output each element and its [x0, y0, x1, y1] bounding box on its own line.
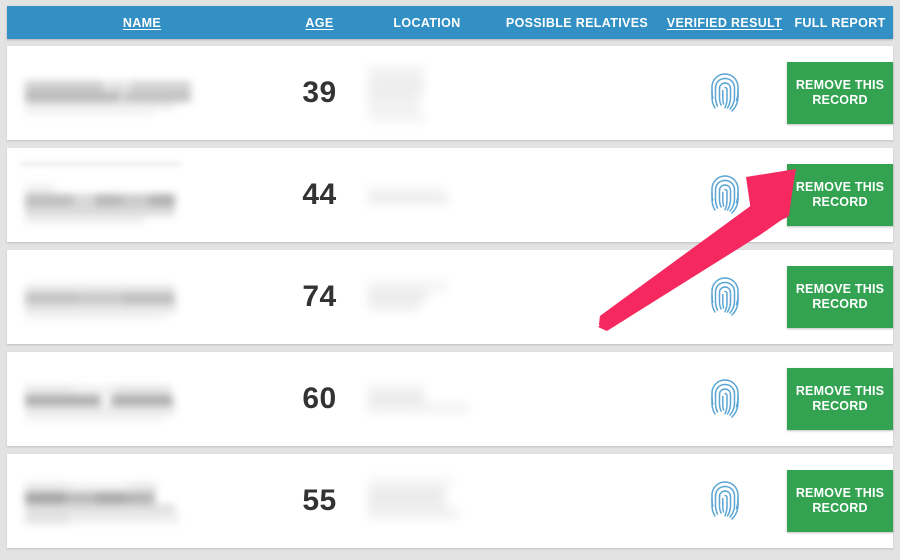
remove-record-button[interactable]: REMOVE THIS RECORD: [787, 62, 893, 124]
cell-location: [362, 454, 492, 548]
remove-record-button[interactable]: REMOVE THIS RECORD: [787, 164, 893, 226]
remove-record-button[interactable]: REMOVE THIS RECORD: [787, 368, 893, 430]
cell-full-report: REMOVE THIS RECORD: [787, 250, 893, 344]
redacted-subtext-line: [21, 162, 181, 166]
redacted-name: [15, 172, 195, 228]
age-value: 74: [302, 280, 337, 313]
cell-possible-relatives: [492, 46, 662, 140]
cell-name: [7, 250, 277, 344]
cell-verified-result[interactable]: [662, 352, 787, 446]
redacted-location: [362, 273, 462, 321]
cell-location: [362, 148, 492, 242]
redacted-name: [15, 269, 195, 325]
results-page: NAME AGE LOCATION POSSIBLE RELATIVES VER…: [0, 0, 900, 560]
cell-location: [362, 352, 492, 446]
fingerprint-icon[interactable]: [708, 479, 742, 523]
redacted-name: [15, 65, 195, 121]
cell-location: [362, 46, 492, 140]
table-row[interactable]: 60 REMOVE THIS RECORD: [7, 352, 893, 446]
column-header-possible-relatives: POSSIBLE RELATIVES: [505, 15, 649, 30]
redacted-location: [362, 175, 457, 215]
fingerprint-icon[interactable]: [708, 275, 742, 319]
cell-full-report: REMOVE THIS RECORD: [787, 352, 893, 446]
redacted-name: [15, 470, 195, 532]
column-header-name[interactable]: NAME: [7, 16, 277, 30]
table-row[interactable]: 55 REMOVE THIS RECORD: [7, 454, 893, 548]
column-header-location: LOCATION: [393, 15, 461, 30]
cell-age: 60: [277, 352, 362, 446]
cell-verified-result[interactable]: [662, 46, 787, 140]
age-value: 60: [302, 382, 337, 415]
cell-possible-relatives: [492, 250, 662, 344]
redacted-location: [362, 376, 477, 422]
cell-possible-relatives: [492, 352, 662, 446]
cell-name: [7, 148, 277, 242]
remove-record-button[interactable]: REMOVE THIS RECORD: [787, 470, 893, 532]
column-header-age[interactable]: AGE: [277, 16, 362, 30]
redacted-location: [362, 58, 452, 128]
fingerprint-icon[interactable]: [708, 173, 742, 217]
table-row[interactable]: 39 REMOVE THIS RECORD: [7, 46, 893, 140]
redacted-location: [362, 471, 462, 531]
redacted-name: [15, 371, 195, 427]
cell-possible-relatives: [492, 148, 662, 242]
cell-age: 39: [277, 46, 362, 140]
cell-verified-result[interactable]: [662, 250, 787, 344]
age-value: 39: [302, 76, 337, 109]
column-header-verified-result[interactable]: VERIFIED RESULT: [662, 16, 787, 30]
age-value: 55: [302, 484, 337, 517]
table-row[interactable]: 44 REMOVE THIS RECORD: [7, 148, 893, 242]
cell-full-report: REMOVE THIS RECORD: [787, 46, 893, 140]
cell-full-report: REMOVE THIS RECORD: [787, 148, 893, 242]
cell-age: 74: [277, 250, 362, 344]
cell-age: 55: [277, 454, 362, 548]
age-value: 44: [302, 178, 337, 211]
column-header-full-report: FULL REPORT: [794, 15, 886, 30]
cell-name: [7, 454, 277, 548]
cell-verified-result[interactable]: [662, 148, 787, 242]
cell-location: [362, 250, 492, 344]
remove-record-button[interactable]: REMOVE THIS RECORD: [787, 266, 893, 328]
cell-full-report: REMOVE THIS RECORD: [787, 454, 893, 548]
table-header-row: NAME AGE LOCATION POSSIBLE RELATIVES VER…: [7, 6, 893, 39]
table-row[interactable]: 74 REMOVE THIS RECORD: [7, 250, 893, 344]
cell-name: [7, 46, 277, 140]
cell-name: [7, 352, 277, 446]
cell-age: 44: [277, 148, 362, 242]
cell-verified-result[interactable]: [662, 454, 787, 548]
fingerprint-icon[interactable]: [708, 71, 742, 115]
cell-possible-relatives: [492, 454, 662, 548]
results-list: 39 REMOVE THIS RECORD 44 REMOVE THIS REC…: [7, 46, 893, 556]
fingerprint-icon[interactable]: [708, 377, 742, 421]
